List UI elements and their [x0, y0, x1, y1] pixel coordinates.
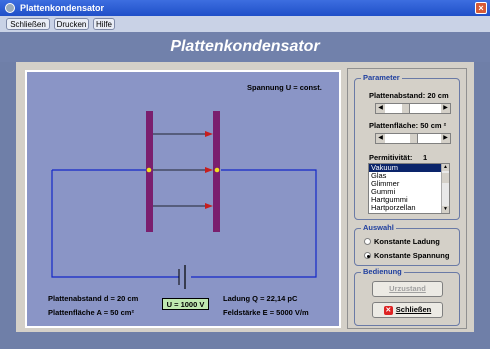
auswahl-group-title: Auswahl [361, 223, 396, 232]
field-arrow-icon [205, 203, 213, 209]
title-bar: Plattenkondensator × [0, 0, 490, 16]
flaeche-label: Plattenfläche: 50 cm ² [369, 121, 447, 130]
feldstaerke-readout: Feldstärke E = 5000 V/m [223, 308, 309, 317]
parameter-group: Parameter Plattenabstand: 20 cm ◀ ▶ Plat… [354, 73, 460, 220]
circuit-diagram [51, 111, 317, 289]
mode-label: Spannung U = const. [247, 83, 322, 92]
close-icon: ✕ [383, 305, 393, 315]
list-scrollbar-thumb[interactable] [442, 173, 449, 183]
flaeche-slider-thumb[interactable] [408, 134, 418, 143]
list-item[interactable]: Hartporzellan [369, 204, 443, 212]
app-icon [5, 3, 15, 13]
radio-label: Konstante Spannung [374, 251, 450, 260]
flaeche-slider[interactable]: ◀ ▶ [375, 133, 451, 144]
battery-symbol [178, 265, 186, 289]
arrow-left-icon[interactable]: ◀ [376, 134, 385, 143]
plattenabstand-readout: Plattenabstand d = 20 cm [48, 294, 139, 303]
schliessen-label: Schließen [395, 305, 432, 314]
menu-bar: Schließen Drucken Hilfe [0, 16, 490, 32]
arrow-up-icon[interactable]: ▲ [442, 164, 449, 171]
abstand-slider[interactable]: ◀ ▶ [375, 103, 451, 114]
capacitor-simulation: Spannung U = const. Plattenabstand d = 2… [25, 70, 341, 328]
ladung-readout: Ladung Q = 22,14 pC [223, 294, 298, 303]
circuit-wire [51, 169, 317, 278]
radio-label: Konstante Ladung [374, 237, 440, 246]
list-scrollbar[interactable]: ▲ ▼ [441, 164, 449, 213]
parameter-group-title: Parameter [361, 73, 402, 82]
abstand-slider-thumb[interactable] [401, 104, 411, 113]
auswahl-group: Auswahl Konstante Ladung Konstante Spann… [354, 223, 460, 266]
window-title: Plattenkondensator [20, 3, 105, 13]
schliessen-button[interactable]: ✕ Schließen [372, 302, 443, 318]
radio-konstante-spannung[interactable]: Konstante Spannung [364, 251, 474, 261]
abstand-label: Plattenabstand: 20 cm [369, 91, 449, 100]
material-list[interactable]: Vakuum Glas Glimmer Gummi Hartgummi Hart… [368, 163, 450, 214]
bedienung-group-title: Bedienung [361, 267, 404, 276]
radio-dot[interactable] [364, 252, 371, 259]
junction-left [146, 167, 152, 173]
arrow-right-icon[interactable]: ▶ [441, 134, 450, 143]
field-lines [153, 131, 213, 209]
arrow-down-icon[interactable]: ▼ [442, 206, 449, 213]
voltage-readout: U = 1000 V [162, 298, 209, 310]
radio-konstante-ladung[interactable]: Konstante Ladung [364, 237, 474, 247]
menu-hilfe[interactable]: Hilfe [93, 18, 115, 30]
plattenflaeche-readout: Plattenfläche A = 50 cm² [48, 308, 134, 317]
page-title: Plattenkondensator [0, 32, 490, 62]
menu-drucken[interactable]: Drucken [54, 18, 89, 30]
urzustand-label: Urzustand [389, 284, 426, 293]
field-arrow-icon [205, 131, 213, 137]
arrow-left-icon[interactable]: ◀ [376, 104, 385, 113]
menu-schliessen[interactable]: Schließen [6, 18, 50, 30]
arrow-right-icon[interactable]: ▶ [441, 104, 450, 113]
urzustand-button[interactable]: Urzustand [372, 281, 443, 297]
permittivitaet-label: Permitivität: [369, 153, 413, 162]
field-arrow-icon [205, 167, 213, 173]
permittivitaet-value: 1 [423, 153, 428, 162]
close-window-button[interactable]: × [475, 2, 487, 14]
junction-right [214, 167, 220, 173]
radio-dot[interactable] [364, 238, 371, 245]
